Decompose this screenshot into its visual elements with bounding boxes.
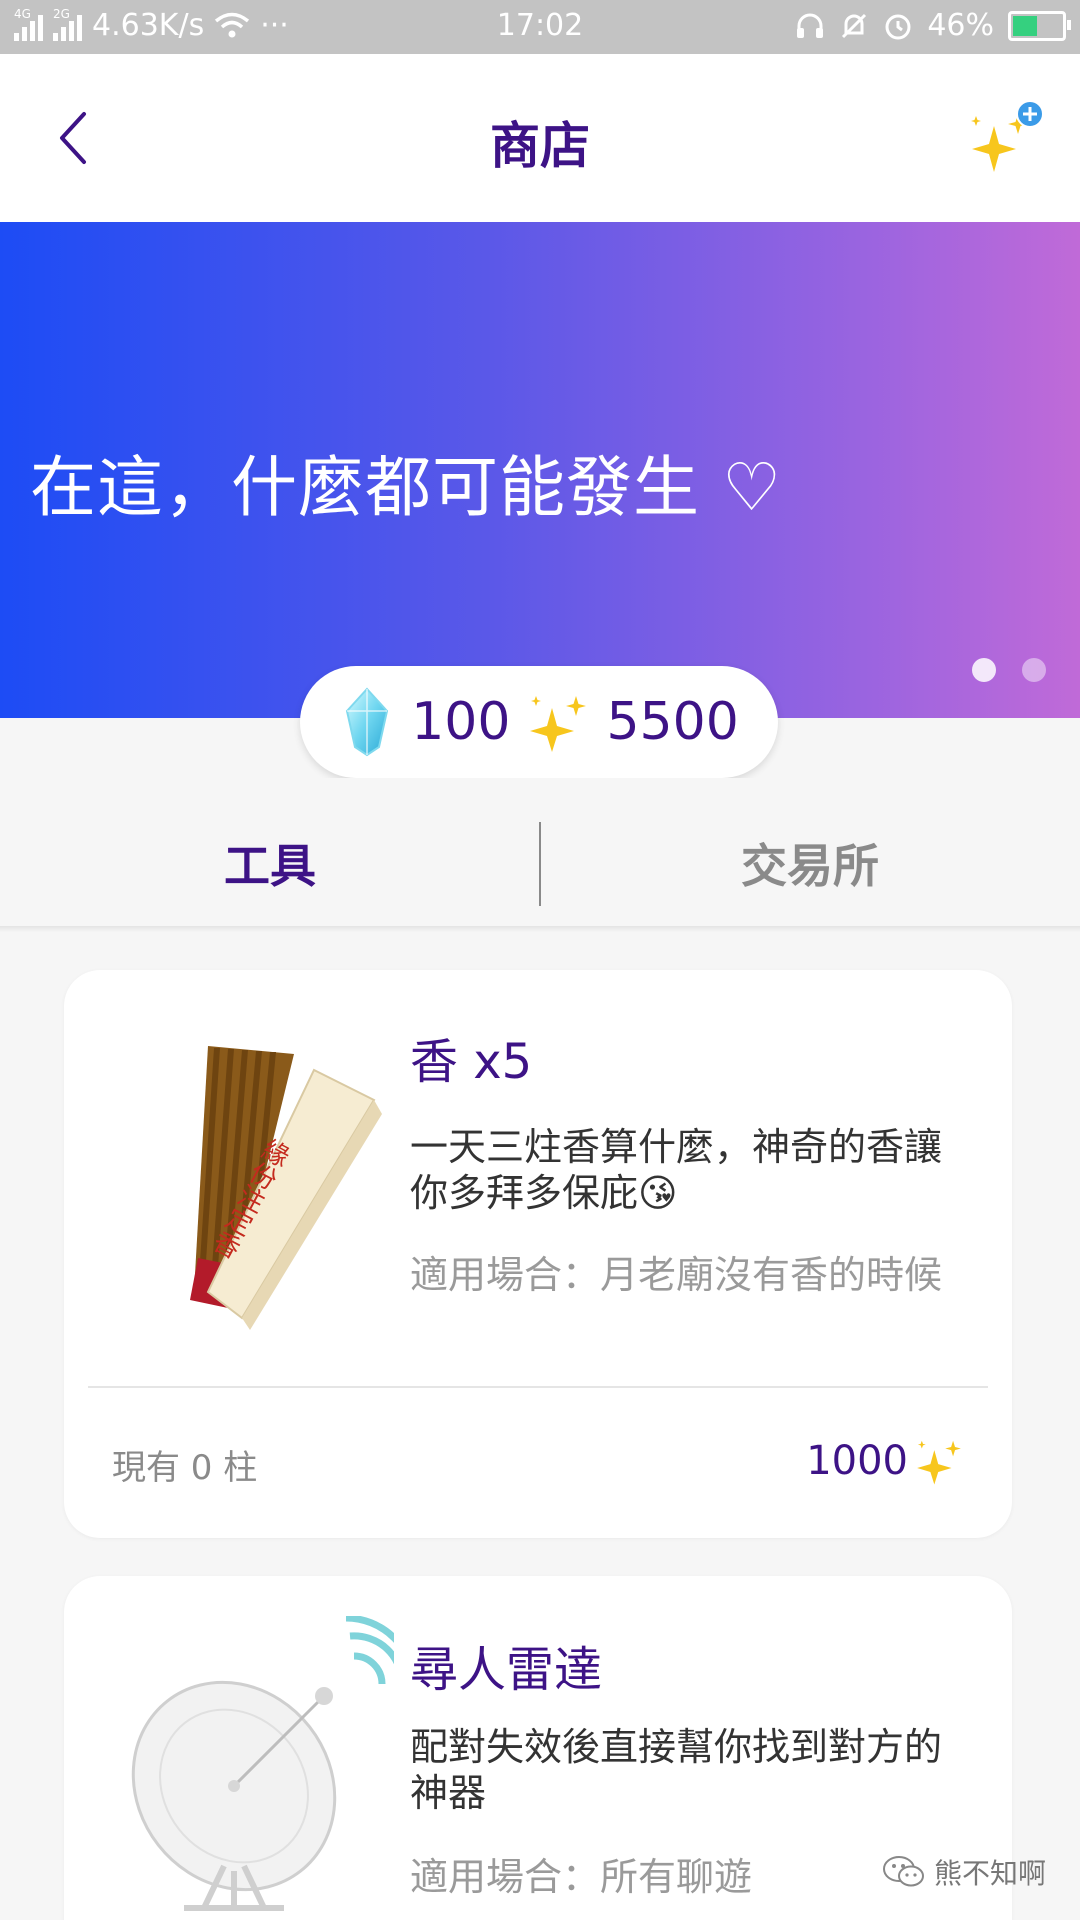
crystal-count: 100 [411, 692, 511, 752]
watermark-text: 熊不知啊 [933, 1857, 1046, 1890]
divider [0, 926, 1080, 932]
carousel-dot [972, 658, 996, 682]
owned-count: 現有 0 柱 [112, 1448, 258, 1488]
banner-text: 在這，什麼都可能發生 ♡ [30, 449, 783, 526]
top-app-bar: 商店 [0, 54, 1080, 222]
product-card[interactable]: 尋人雷達 配對失效後直接幫你找到對方的神器 適用場合：所有聊遊 [64, 1576, 1012, 1920]
price-button[interactable]: 1000 [806, 1436, 964, 1486]
sparkles-icon [917, 1440, 961, 1485]
product-name: 香 x5 [410, 1034, 533, 1090]
carousel-indicator [972, 658, 1046, 682]
battery-percent: 46% [927, 8, 994, 43]
sparkle-count: 5500 [606, 692, 739, 752]
product-card[interactable]: 緣份注定香 香 x5 一天三炷香算什麼，神奇的香讓你多拜多保庇😘 適用場合：月老… [64, 970, 1012, 1538]
tab-bar: 工具 交易所 [0, 778, 1080, 928]
page-title: 商店 [490, 117, 590, 175]
alarm-icon [885, 14, 911, 39]
headphones-icon [797, 13, 824, 38]
product-name: 尋人雷達 [410, 1642, 603, 1698]
card-divider [88, 1386, 988, 1388]
carousel-dot [1022, 658, 1046, 682]
status-bar: 4G 2G 4.63K/s ··· 17:02 46% [0, 0, 1080, 54]
radar-dish-icon [131, 1616, 394, 1911]
shop-screen: 4G 2G 4.63K/s ··· 17:02 46% 商店 在這，什麼都可能發… [0, 0, 1080, 1920]
incense-icon: 緣份注定香 [190, 1046, 382, 1330]
product-usage: 適用場合：月老廟沒有香的時候 [410, 1253, 943, 1297]
currency-balance: 100 5500 [300, 666, 778, 778]
battery-icon [1008, 10, 1071, 41]
tab-tools[interactable]: 工具 [0, 830, 540, 896]
sparkles-plus-icon[interactable] [964, 100, 1044, 180]
crystal-icon [346, 687, 389, 757]
promo-banner[interactable]: 在這，什麼都可能發生 ♡ [0, 222, 1080, 718]
product-description: 配對失效後直接幫你找到對方的神器 [410, 1725, 943, 1815]
product-description: 一天三炷香算什麼，神奇的香讓你多拜多保庇😘 [410, 1125, 943, 1215]
tab-exchange[interactable]: 交易所 [540, 830, 1080, 896]
wechat-icon [882, 1856, 924, 1887]
price-value: 1000 [806, 1438, 908, 1484]
bell-off-icon [842, 13, 867, 38]
sparkles-icon [530, 696, 587, 752]
watermark: 熊不知啊 [882, 1852, 1046, 1892]
